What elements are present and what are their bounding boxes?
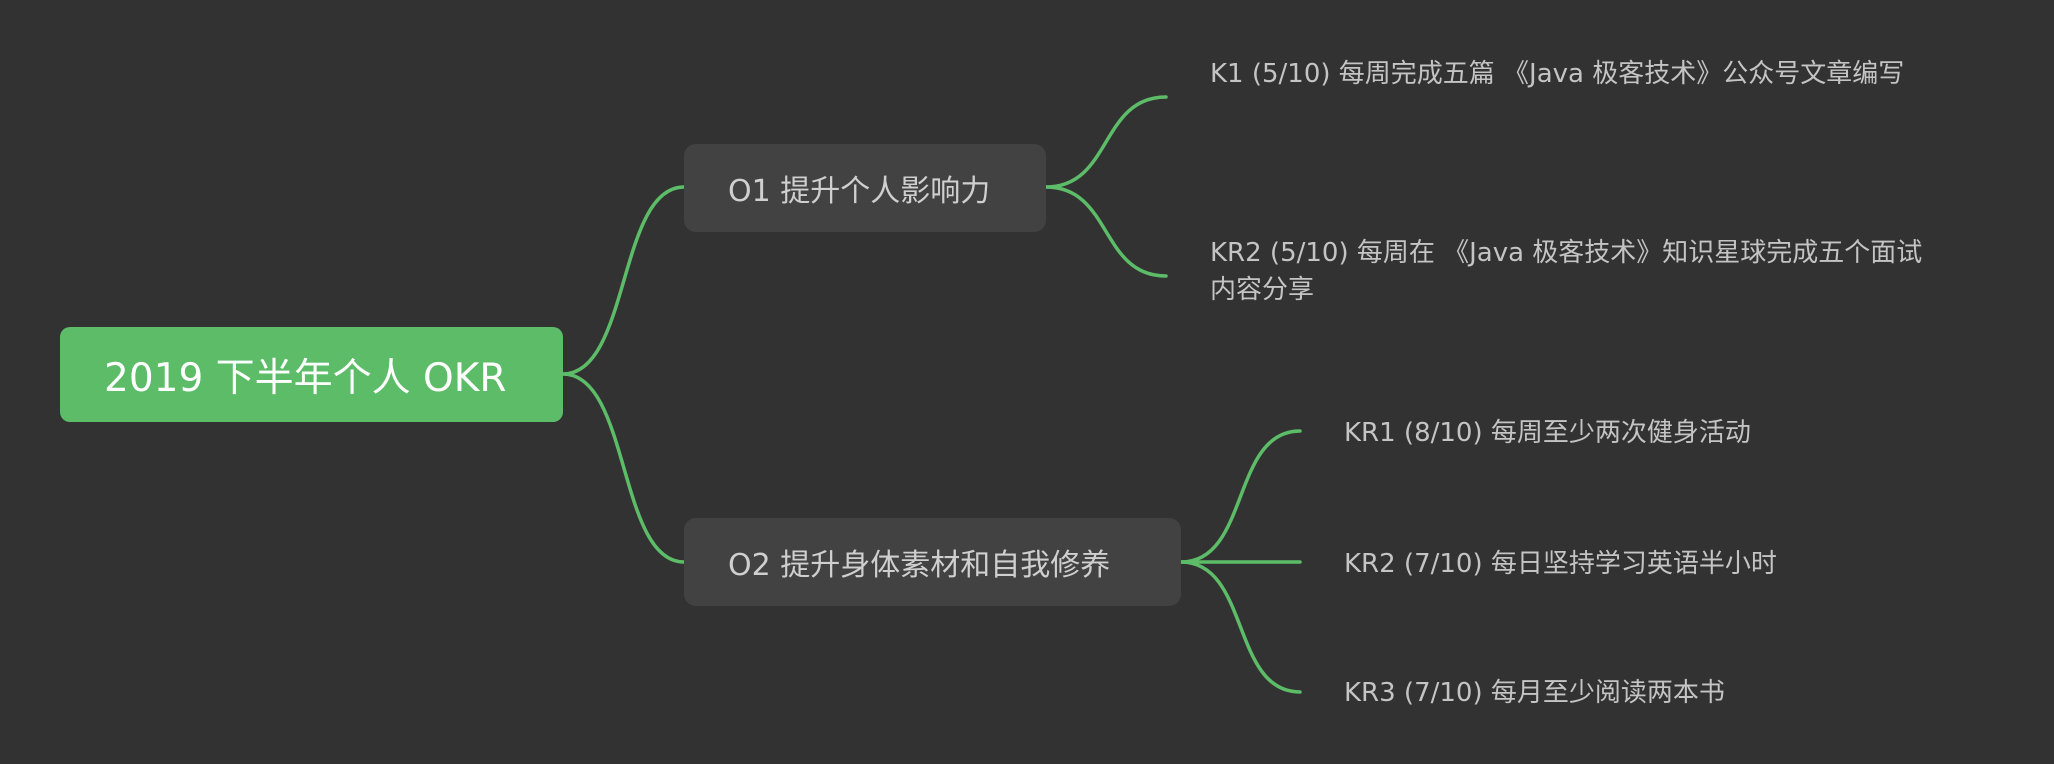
- objective-label: O2 提升身体素材和自我修养: [728, 548, 1111, 583]
- key-result-o1-2[interactable]: KR2 (5/10) 每周在 《Java 极客技术》知识星球完成五个面试内容分享: [1210, 235, 1930, 309]
- objective-node-o2[interactable]: O2 提升身体素材和自我修养: [684, 518, 1181, 606]
- key-result-o2-3[interactable]: KR3 (7/10) 每月至少阅读两本书: [1344, 675, 1725, 712]
- objective-label: O1 提升个人影响力: [728, 174, 991, 209]
- root-node[interactable]: 2019 下半年个人 OKR: [60, 327, 563, 422]
- connector-o2-kr3: [1179, 560, 1302, 694]
- objective-node-o1[interactable]: O1 提升个人影响力: [684, 144, 1046, 232]
- connector-o2-kr1: [1179, 429, 1302, 564]
- connector-root-o2: [561, 372, 686, 564]
- root-label: 2019 下半年个人 OKR: [104, 355, 507, 401]
- key-result-o2-1[interactable]: KR1 (8/10) 每周至少两次健身活动: [1344, 415, 1751, 452]
- key-result-o2-2[interactable]: KR2 (7/10) 每日坚持学习英语半小时: [1344, 546, 1777, 583]
- key-result-o1-1[interactable]: K1 (5/10) 每周完成五篇 《Java 极客技术》公众号文章编写: [1210, 56, 1930, 93]
- connector-root-o1: [561, 185, 686, 376]
- connector-o1-kr1: [1044, 95, 1168, 189]
- connector-o1-kr2: [1044, 185, 1168, 278]
